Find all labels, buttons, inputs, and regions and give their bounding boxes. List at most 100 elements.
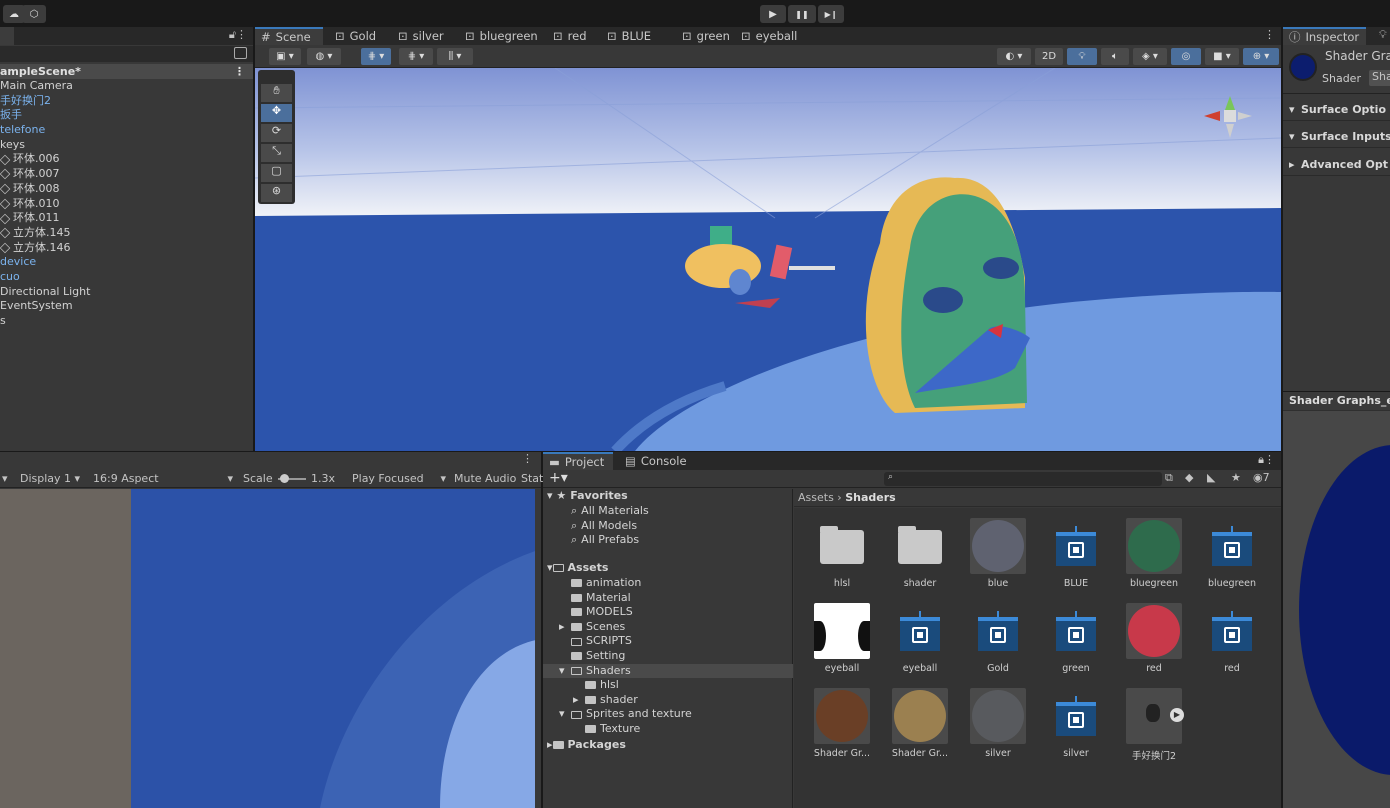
2d-toggle[interactable]: 2D — [1035, 48, 1063, 65]
display-dropdown[interactable]: Display 1 ▾ — [20, 472, 80, 485]
asset-graph[interactable]: red — [1198, 603, 1266, 674]
search-type-icon[interactable]: ⧉ — [1165, 471, 1173, 485]
hierarchy-item[interactable]: 立方体.146 — [0, 241, 253, 256]
grid-snap-icon[interactable]: ⋕ ▾ — [361, 48, 391, 65]
align-icon[interactable]: ⫼ ▾ — [437, 48, 473, 65]
hidden-objects-icon[interactable]: ◎ — [1171, 48, 1201, 65]
scene-header[interactable]: ampleScene* ⋮ — [0, 64, 253, 79]
tab-bluegreen[interactable]: ⊡ bluegreen — [459, 27, 544, 45]
asset-graph[interactable]: bluegreen — [1198, 518, 1266, 589]
folder-item[interactable]: Material — [543, 591, 793, 606]
favorite-item[interactable]: ⌕ All Models — [571, 519, 649, 534]
tab-blue[interactable]: ⊡ BLUE — [601, 27, 657, 45]
hierarchy-item[interactable]: 扳手 — [0, 108, 253, 123]
hand-tool-icon[interactable]: ✋︎ — [261, 84, 292, 102]
stats-toggle[interactable]: Stat — [521, 472, 543, 485]
asset-sphere[interactable]: red — [1120, 603, 1188, 674]
filter-label-icon[interactable]: ◣ — [1207, 471, 1215, 484]
hierarchy-item[interactable]: 环体.008 — [0, 182, 253, 197]
hierarchy-item[interactable]: EventSystem — [0, 299, 253, 314]
hierarchy-item[interactable]: 环体.006 — [0, 152, 253, 167]
game-viewport[interactable] — [0, 489, 541, 808]
scene-menu-icon[interactable]: ⋮ — [234, 64, 245, 79]
scale-tool-icon[interactable]: ⤡ — [261, 144, 292, 162]
search-filter-icon[interactable] — [234, 47, 247, 59]
folder-item[interactable]: ▾ Shaders — [543, 663, 793, 679]
play-focused-dropdown[interactable]: Play Focused ▾ — [352, 472, 446, 485]
play-button[interactable]: ▶ — [760, 5, 786, 23]
hierarchy-item[interactable]: s — [0, 314, 253, 329]
hierarchy-item[interactable]: Directional Light — [0, 285, 253, 300]
pause-button[interactable]: ❚❚ — [788, 5, 816, 23]
hierarchy-tab[interactable] — [0, 27, 14, 45]
favorite-icon[interactable]: ★ — [1231, 471, 1241, 484]
game-menu-icon[interactable]: ⋮ — [522, 452, 533, 465]
asset-graph[interactable]: green — [1042, 603, 1110, 674]
lighting-icon[interactable]: 💡︎ — [1067, 48, 1097, 65]
hidden-packages-icon[interactable]: ◉7 — [1253, 471, 1270, 484]
camera-icon[interactable]: ■ ▾ — [1205, 48, 1239, 65]
scene-menu-icon[interactable]: ⋮ — [1264, 28, 1275, 41]
chevron-down-icon[interactable]: ▾ — [559, 664, 571, 679]
hierarchy-search[interactable] — [0, 46, 253, 62]
folder-item[interactable]: ▾ Sprites and texture — [543, 707, 793, 722]
hierarchy-item[interactable]: cuo — [0, 270, 253, 285]
hierarchy-item[interactable]: Main Camera — [0, 79, 253, 94]
tab-eyeball[interactable]: ⊡ eyeball — [735, 27, 803, 45]
asset-model[interactable]: ▶ 手好换门2 — [1120, 688, 1188, 762]
tab-silver[interactable]: ⊡ silver — [392, 27, 450, 45]
assets-header[interactable]: ▾ Assets — [547, 561, 608, 576]
asset-graph[interactable]: silver — [1042, 688, 1110, 759]
surface-inputs-section[interactable]: ▾ Surface Inputs — [1283, 126, 1390, 148]
tab-project[interactable]: ▬ Project — [543, 452, 613, 470]
asset-graph[interactable]: eyeball — [886, 603, 954, 674]
asset-graph[interactable]: BLUE — [1042, 518, 1110, 589]
transform-tool-icon[interactable]: ⊛ — [261, 184, 292, 202]
project-lock-icon[interactable]: 🔒︎⋮ — [1258, 453, 1275, 467]
chevron-right-icon[interactable]: ▸ — [573, 693, 585, 708]
folder-item[interactable]: MODELS — [543, 605, 793, 620]
shading-icon[interactable]: ◐ ▾ — [997, 48, 1031, 65]
folder-item[interactable]: ▸ Scenes — [543, 620, 793, 635]
asset-folder[interactable]: shader — [886, 518, 954, 589]
hierarchy-item[interactable]: device — [0, 255, 253, 270]
snap-increment-icon[interactable]: ⋕ ▾ — [399, 48, 433, 65]
folder-item[interactable]: Setting — [543, 649, 793, 664]
filter-type-icon[interactable]: ◆ — [1185, 471, 1193, 484]
draw-mode-icon[interactable]: ▣ ▾ — [269, 48, 301, 65]
tab-console[interactable]: ▤ Console — [619, 452, 693, 470]
favorites-header[interactable]: ▾ ★ Favorites — [547, 489, 628, 504]
game-mode-dropdown[interactable]: ▾ — [2, 472, 8, 485]
hierarchy-item[interactable]: 环体.010 — [0, 197, 253, 212]
lighting-tab-icon[interactable]: 💡︎ — [1379, 28, 1387, 42]
surface-options-section[interactable]: ▾ Surface Optio — [1283, 99, 1390, 121]
effects-icon[interactable]: ◈ ▾ — [1133, 48, 1167, 65]
tab-scene[interactable]: # Scene — [255, 27, 323, 45]
favorite-item[interactable]: ⌕ All Prefabs — [571, 533, 649, 548]
hierarchy-item[interactable]: keys — [0, 138, 253, 153]
rect-tool-icon[interactable]: ▢ — [261, 164, 292, 182]
favorite-item[interactable]: ⌕ All Materials — [571, 504, 649, 519]
folder-item[interactable]: Texture — [543, 722, 793, 737]
hierarchy-item[interactable]: 手好换门2 — [0, 94, 253, 109]
tab-green[interactable]: ⊡ green — [676, 27, 736, 45]
aspect-dropdown[interactable]: 16:9 Aspect ▾ — [93, 472, 233, 485]
asset-search-input[interactable]: ⌕ — [884, 472, 1162, 486]
folder-item[interactable]: hlsl — [543, 678, 793, 693]
chevron-right-icon[interactable]: ▸ — [559, 620, 571, 635]
scale-slider[interactable] — [278, 474, 306, 483]
shader-dropdown[interactable]: Sha — [1369, 70, 1390, 86]
folder-item[interactable]: ▸ shader — [543, 693, 793, 708]
asset-texture[interactable]: eyeball — [808, 603, 876, 674]
tab-red[interactable]: ⊡ red — [547, 27, 593, 45]
hierarchy-item[interactable]: 环体.011 — [0, 211, 253, 226]
tab-inspector[interactable]: ⓘ Inspector — [1283, 27, 1366, 45]
hierarchy-item[interactable]: 立方体.145 — [0, 226, 253, 241]
tab-gold[interactable]: ⊡ Gold — [329, 27, 382, 45]
global-icon[interactable]: ◍ ▾ — [307, 48, 341, 65]
asset-sphere[interactable]: silver — [964, 688, 1032, 759]
asset-sphere[interactable]: Shader Gr... — [808, 688, 876, 759]
folder-item[interactable]: animation — [543, 576, 793, 591]
breadcrumb-shaders[interactable]: Shaders — [845, 491, 895, 504]
asset-sphere[interactable]: Shader Gr... — [886, 688, 954, 759]
